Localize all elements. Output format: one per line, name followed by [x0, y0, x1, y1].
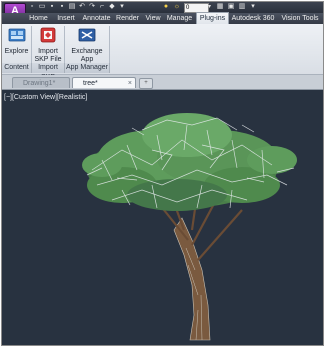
tab-annotate[interactable]: Annotate	[81, 13, 112, 24]
exchange-icon	[78, 28, 96, 42]
panel-separator	[109, 26, 110, 63]
workspace-value: 0	[186, 5, 190, 11]
document-tab-bar: Drawing1* tree* × +	[2, 75, 323, 90]
application-window: ▫ ▭ ▪ ▪ ▤ ↶ ↷ ⌐ ◆ ▾ ● ☼ 0 ▾ ▦ ▣ ▥ ▾ A ME…	[1, 1, 324, 346]
drawing-viewport[interactable]: [−][Custom View][Realistic]	[2, 90, 323, 345]
tree-model	[82, 113, 297, 341]
tab-insert[interactable]: Insert	[53, 13, 79, 24]
exchange-label-1: Exchange	[71, 48, 103, 55]
tab-view[interactable]: View	[143, 13, 163, 24]
properties-icon[interactable]: ▣	[227, 3, 235, 11]
layer-icon[interactable]: ◆	[108, 3, 116, 11]
new-icon[interactable]: ▫	[28, 3, 36, 11]
plus-icon: +	[144, 80, 148, 86]
tab-vision-tools[interactable]: Vision Tools	[278, 13, 322, 24]
tab-autodesk-360-label: Autodesk 360	[231, 15, 275, 22]
workspace-dropdown-icon[interactable]: ▾	[208, 3, 214, 12]
overflow-icon[interactable]: ▾	[249, 3, 257, 11]
doc-tab-tree[interactable]: tree* ×	[72, 77, 136, 88]
tab-render[interactable]: Render	[114, 13, 141, 24]
tab-home[interactable]: Home	[26, 13, 51, 24]
panel-app-manager-label: App Manager	[65, 63, 110, 73]
import-skp-icon	[40, 27, 56, 43]
doc-tab-drawing1-label: Drawing1*	[23, 80, 56, 87]
doc-tab-drawing1[interactable]: Drawing1*	[12, 77, 70, 88]
viewport-controls-label[interactable]: [−][Custom View][Realistic]	[4, 94, 87, 102]
tab-manage-label: Manage	[166, 15, 193, 22]
quick-access-toolbar: ▫ ▭ ▪ ▪ ▤ ↶ ↷ ⌐ ◆ ▾	[28, 3, 126, 12]
save-icon[interactable]: ▪	[48, 3, 56, 11]
open-icon[interactable]: ▭	[38, 3, 46, 11]
plot-icon[interactable]: ▤	[68, 3, 76, 11]
sheet-icon[interactable]: ▥	[238, 3, 246, 11]
panel-content-label: Content	[2, 63, 32, 73]
tab-vision-tools-label: Vision Tools	[281, 15, 319, 22]
customize-arrow-icon[interactable]: ▾	[118, 3, 126, 11]
import-skp-label-1: Import	[38, 48, 58, 55]
match-properties-icon[interactable]: ⌐	[98, 3, 106, 11]
undo-icon[interactable]: ↶	[78, 3, 86, 11]
tab-insert-label: Insert	[57, 15, 75, 22]
tab-manage[interactable]: Manage	[165, 13, 194, 24]
lightbulb-icon[interactable]: ●	[162, 3, 170, 11]
redo-icon[interactable]: ↷	[88, 3, 96, 11]
right-qat: ▦ ▣ ▥ ▾	[216, 3, 257, 11]
tree-canopy	[82, 113, 297, 211]
tab-home-label: Home	[29, 15, 48, 22]
save-as-icon[interactable]: ▪	[58, 3, 66, 11]
new-tab-button[interactable]: +	[139, 78, 153, 89]
panel-separator	[31, 26, 32, 63]
explore-label: Explore	[4, 48, 29, 55]
tab-annotate-label: Annotate	[82, 15, 111, 22]
tab-render-label: Render	[116, 15, 139, 22]
tab-view-label: View	[145, 15, 161, 22]
layer-states-icon[interactable]: ▦	[216, 3, 224, 11]
import-skp-button[interactable]: Import SKP File	[33, 26, 63, 64]
sun-icon[interactable]: ☼	[173, 3, 181, 11]
close-icon[interactable]: ×	[128, 78, 132, 89]
title-bar: ▫ ▭ ▪ ▪ ▤ ↶ ↷ ⌐ ◆ ▾ ● ☼ 0 ▾ ▦ ▣ ▥ ▾	[2, 2, 323, 13]
tab-plug-ins-label: Plug-ins	[199, 15, 226, 22]
panel-separator	[64, 26, 65, 63]
tab-autodesk-360[interactable]: Autodesk 360	[230, 13, 276, 24]
explore-button[interactable]: Explore	[3, 26, 30, 56]
ribbon: Explore Import SKP File Exchange App Man…	[2, 24, 323, 81]
explore-icon	[8, 28, 25, 42]
ribbon-tab-bar: Home Insert Annotate Render View Manage …	[2, 12, 323, 25]
doc-tab-tree-label: tree*	[83, 80, 98, 87]
panel-import-skp-label: Import SKP	[32, 63, 65, 81]
light-icons: ● ☼	[162, 3, 181, 11]
